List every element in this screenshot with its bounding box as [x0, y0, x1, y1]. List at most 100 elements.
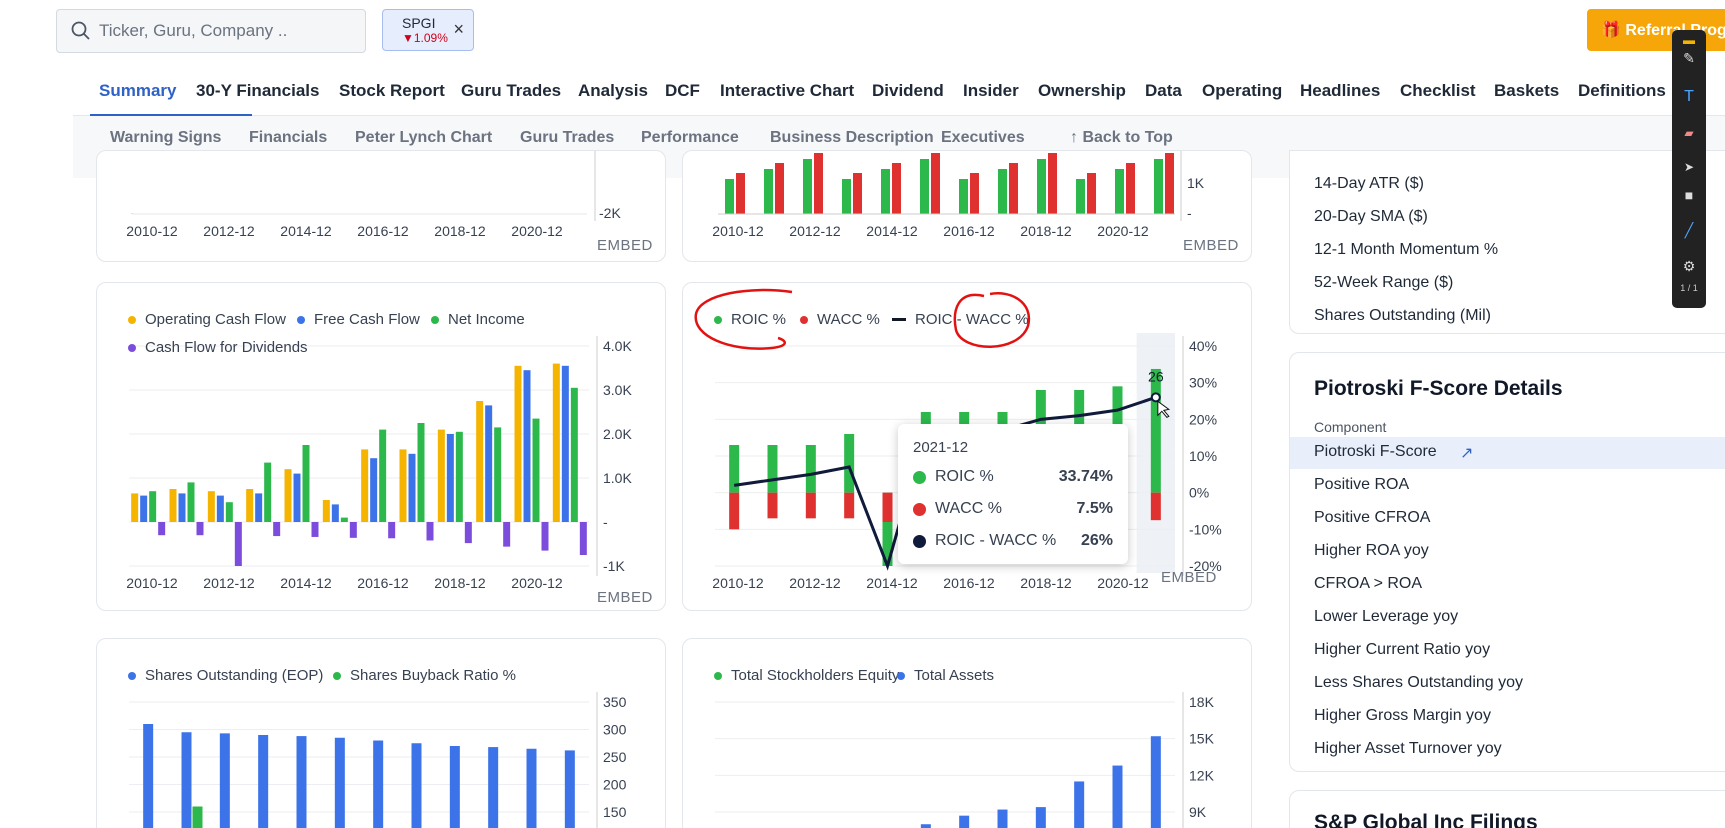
bar[interactable] [805, 445, 816, 493]
tab-stock-report[interactable]: Stock Report [339, 81, 445, 101]
tab-30y-financials[interactable]: 30-Y Financials [196, 81, 319, 101]
tab-checklist[interactable]: Checklist [1400, 81, 1476, 101]
bar[interactable] [1009, 163, 1018, 214]
component-row[interactable]: CFROA > ROA [1314, 575, 1422, 593]
tab-ownership[interactable]: Ownership [1038, 81, 1126, 101]
bar[interactable] [1150, 492, 1161, 521]
bar[interactable] [485, 405, 493, 522]
component-row[interactable]: Higher Current Ratio yoy [1314, 641, 1490, 659]
bar[interactable] [998, 169, 1007, 214]
bar[interactable] [882, 492, 893, 522]
legend-item[interactable]: Free Cash Flow [297, 311, 420, 328]
bar[interactable] [775, 163, 784, 214]
bar[interactable] [881, 169, 890, 214]
bar[interactable] [920, 824, 931, 828]
external-link-icon[interactable]: ↗ [1460, 443, 1473, 463]
legend-item[interactable]: Total Assets [897, 667, 994, 684]
subtab-business-description[interactable]: Business Description [770, 129, 934, 147]
legend-item[interactable]: WACC % [800, 311, 880, 328]
bar[interactable] [284, 469, 292, 522]
bar[interactable] [399, 449, 407, 522]
bar[interactable] [234, 522, 242, 566]
tab-operating[interactable]: Operating [1202, 81, 1282, 101]
bar[interactable] [464, 522, 472, 544]
bar[interactable] [561, 365, 569, 522]
bar[interactable] [449, 746, 460, 828]
component-row[interactable]: Positive CFROA [1314, 509, 1430, 527]
bar[interactable] [158, 522, 166, 536]
bar[interactable] [1165, 153, 1174, 214]
tab-interactive-chart[interactable]: Interactive Chart [720, 81, 854, 101]
bar[interactable] [552, 363, 560, 522]
component-row[interactable]: Less Shares Outstanding yoy [1314, 674, 1523, 692]
legend-item[interactable]: Shares Outstanding (EOP) [128, 667, 323, 684]
component-row[interactable]: Higher Gross Margin yoy [1314, 707, 1491, 725]
embed-link[interactable]: EMBED [597, 237, 653, 254]
bar[interactable] [446, 434, 454, 522]
legend-item[interactable]: ROIC % [714, 311, 786, 328]
ticker-chip[interactable]: SPGI ▼1.09% × [382, 9, 474, 51]
bar[interactable] [488, 747, 499, 828]
bar[interactable] [379, 429, 387, 522]
bar[interactable] [570, 387, 578, 522]
bar[interactable] [729, 492, 740, 530]
embed-link[interactable]: EMBED [1183, 237, 1239, 254]
bar[interactable] [264, 462, 272, 522]
bar[interactable] [296, 736, 307, 828]
bar[interactable] [959, 815, 970, 828]
component-row[interactable]: Higher ROA yoy [1314, 542, 1429, 560]
bar[interactable] [207, 491, 215, 522]
bar[interactable] [411, 743, 422, 828]
bar[interactable] [361, 449, 369, 522]
bar[interactable] [334, 737, 345, 828]
bar[interactable] [920, 159, 929, 214]
bar[interactable] [736, 173, 745, 214]
subtab-warning-signs[interactable]: Warning Signs [110, 129, 221, 147]
bar[interactable] [842, 179, 851, 214]
back-to-top-link[interactable]: ↑ Back to Top [1070, 129, 1173, 147]
component-row[interactable]: Lower Leverage yoy [1314, 608, 1458, 626]
bar[interactable] [1154, 159, 1163, 214]
tab-analysis[interactable]: Analysis [578, 81, 648, 101]
minimize-icon[interactable]: ▬ [1672, 33, 1706, 47]
bar[interactable] [181, 732, 192, 828]
bar[interactable] [331, 504, 339, 522]
bar[interactable] [143, 724, 154, 828]
search-box[interactable] [56, 9, 366, 53]
bar[interactable] [178, 493, 186, 522]
tab-data[interactable]: Data [1145, 81, 1182, 101]
bar[interactable] [1150, 368, 1161, 493]
subtab-peter-lynch-chart[interactable]: Peter Lynch Chart [355, 129, 492, 147]
highlighter-icon[interactable]: ╱ [1672, 222, 1706, 239]
bar[interactable] [503, 522, 511, 547]
bar[interactable] [216, 495, 224, 522]
legend-item[interactable]: ROIC - WACC % [892, 311, 1029, 328]
bar[interactable] [526, 748, 537, 828]
bar[interactable] [476, 401, 484, 522]
bar[interactable] [258, 735, 269, 828]
bar[interactable] [494, 427, 502, 522]
close-icon[interactable]: × [453, 20, 464, 38]
bar[interactable] [370, 458, 378, 522]
tab-guru-trades[interactable]: Guru Trades [461, 81, 561, 101]
tab-summary[interactable]: Summary [99, 81, 176, 101]
subtab-guru-trades[interactable]: Guru Trades [520, 129, 614, 147]
legend-item[interactable]: Cash Flow for Dividends [128, 339, 308, 356]
bar[interactable] [322, 500, 330, 522]
rectangle-icon[interactable]: ■ [1672, 187, 1706, 203]
subtab-executives[interactable]: Executives [941, 129, 1025, 147]
bar[interactable] [293, 473, 301, 522]
data-point[interactable] [1150, 392, 1161, 403]
bar[interactable] [892, 163, 901, 214]
search-input[interactable] [99, 21, 349, 41]
bar[interactable] [532, 418, 540, 522]
bar[interactable] [388, 522, 396, 539]
bar[interactable] [187, 482, 195, 522]
bar[interactable] [1150, 736, 1161, 828]
bar[interactable] [426, 522, 434, 541]
bar[interactable] [219, 733, 230, 828]
bar[interactable] [255, 493, 263, 522]
bar[interactable] [408, 453, 416, 522]
bar[interactable] [225, 502, 233, 522]
embed-link[interactable]: EMBED [1161, 569, 1217, 586]
